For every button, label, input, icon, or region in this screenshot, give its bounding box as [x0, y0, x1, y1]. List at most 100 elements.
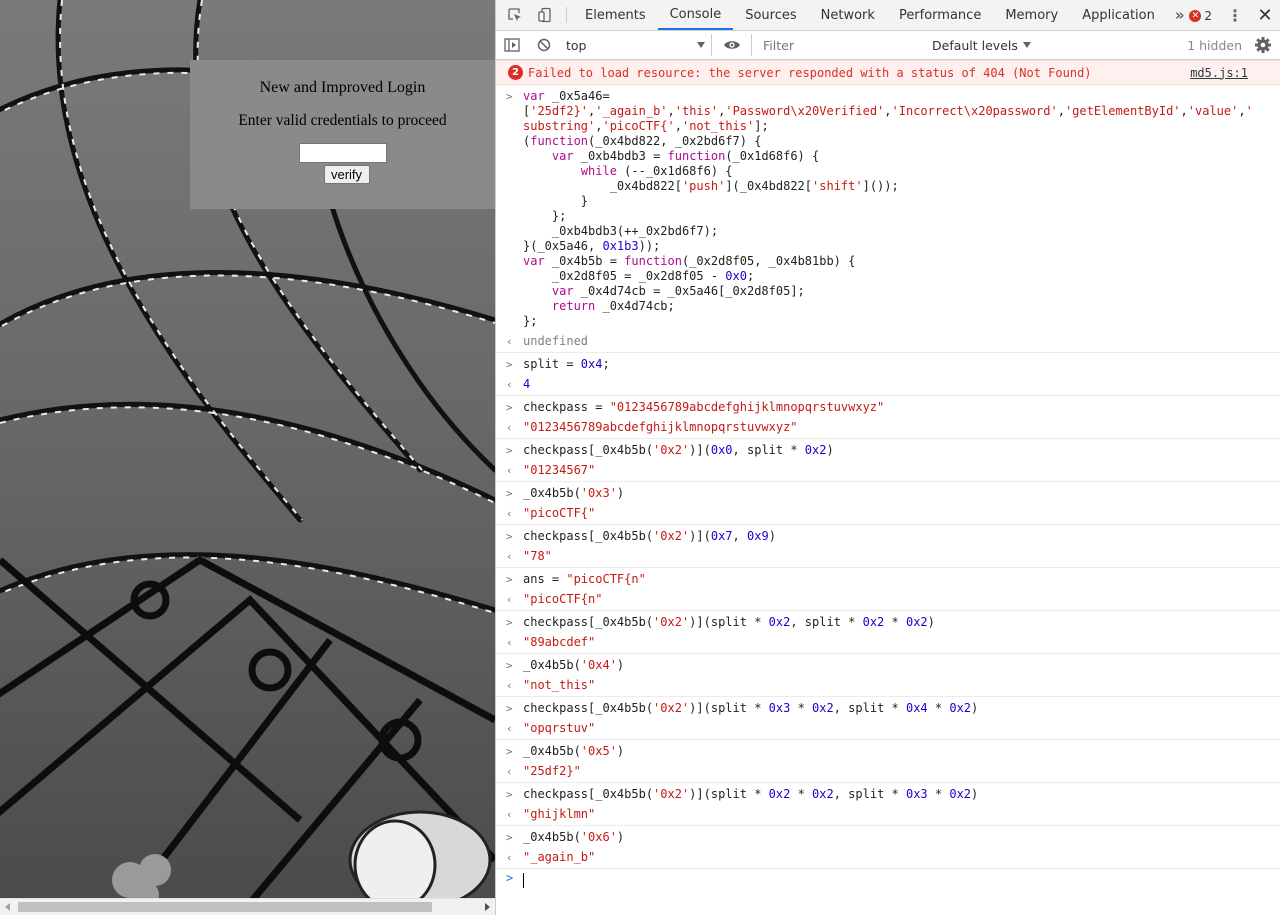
console-input-entry[interactable]: > ans = "picoCTF{n" [496, 568, 1280, 589]
console-input-entry[interactable]: > _0x4b5b('0x3') [496, 482, 1280, 503]
input-chevron-icon: > [506, 90, 513, 103]
result-arrow-icon: ‹ [506, 765, 513, 778]
tab-network[interactable]: Network [809, 0, 887, 30]
console-input-entry[interactable]: > checkpass[_0x4b5b('0x2')](0x0, split * … [496, 439, 1280, 460]
console-input-text: _0x4b5b('0x3') [523, 486, 625, 500]
console-input-entry[interactable]: > checkpass[_0x4b5b('0x2')](split * 0x3 *… [496, 697, 1280, 718]
clear-console-icon[interactable] [528, 38, 560, 52]
console-input-text: checkpass[_0x4b5b('0x2')](0x0, split * 0… [523, 443, 834, 457]
console-input-text: checkpass[_0x4b5b('0x2')](0x7, 0x9) [523, 529, 776, 543]
close-devtools-icon[interactable]: ✕ [1250, 5, 1280, 26]
console-result-entry[interactable]: ‹ "picoCTF{" [496, 503, 1280, 525]
result-arrow-icon: ‹ [506, 593, 513, 606]
input-chevron-icon: > [506, 659, 513, 672]
input-chevron-icon: > [506, 831, 513, 844]
prompt-chevron-icon: > [506, 871, 514, 885]
live-expression-eye-icon[interactable] [712, 34, 752, 56]
input-chevron-icon: > [506, 444, 513, 457]
result-arrow-icon: ‹ [506, 851, 513, 864]
console-result-entry[interactable]: ‹ "89abcdef" [496, 632, 1280, 654]
error-counter[interactable]: ✕ 2 [1181, 9, 1220, 23]
console-result-entry[interactable]: ‹ "25df2}" [496, 761, 1280, 783]
tab-application[interactable]: Application [1070, 0, 1167, 30]
console-result-entry[interactable]: ‹ "opqrstuv" [496, 718, 1280, 740]
console-input-entry[interactable]: > split = 0x4; [496, 353, 1280, 374]
scroll-right-arrow-icon[interactable] [485, 903, 490, 911]
console-prompt[interactable]: > [496, 869, 1280, 889]
console-input-entry[interactable]: > _0x4b5b('0x5') [496, 740, 1280, 761]
tab-elements[interactable]: Elements [573, 0, 658, 30]
more-options-kebab-icon[interactable]: ⋮ [1220, 6, 1250, 25]
scrollbar-thumb[interactable] [18, 902, 432, 912]
inspect-element-icon[interactable] [500, 0, 530, 30]
sidebar-toggle-icon[interactable] [496, 38, 528, 52]
console-input-text: checkpass[_0x4b5b('0x2')](split * 0x2, s… [523, 615, 935, 629]
console-result-text: "25df2}" [523, 764, 581, 778]
console-result-text: "78" [523, 549, 552, 563]
result-arrow-icon: ‹ [506, 679, 513, 692]
console-input-entry[interactable]: > checkpass[_0x4b5b('0x2')](0x7, 0x9) [496, 525, 1280, 546]
console-entries: > var _0x5a46= ['25df2}','_again_b','this… [496, 85, 1280, 869]
tab-console[interactable]: Console [657, 0, 734, 30]
console-error-message: 2 Failed to load resource: the server re… [496, 60, 1280, 85]
console-result-entry[interactable]: ‹ 4 [496, 374, 1280, 396]
console-input-entry[interactable]: > _0x4b5b('0x6') [496, 826, 1280, 847]
tab-performance[interactable]: Performance [887, 0, 993, 30]
console-input-entry[interactable]: > checkpass[_0x4b5b('0x2')](split * 0x2, … [496, 611, 1280, 632]
console-input-entry[interactable]: > checkpass = "0123456789abcdefghijklmnop… [496, 396, 1280, 417]
verify-button[interactable]: verify [323, 165, 370, 184]
scroll-left-arrow-icon[interactable] [5, 903, 10, 911]
console-result-entry[interactable]: ‹ "0123456789abcdefghijklmnopqrstuvwxyz" [496, 417, 1280, 439]
console-input-entry[interactable]: > checkpass[_0x4b5b('0x2')](split * 0x2 *… [496, 783, 1280, 804]
error-repeat-badge: 2 [508, 65, 523, 80]
console-result-text: "not_this" [523, 678, 596, 692]
result-arrow-icon: ‹ [506, 636, 513, 649]
devtools-tab-bar: Elements Console Sources Network Perform… [496, 0, 1280, 31]
login-panel: New and Improved Login Enter valid crede… [190, 60, 495, 209]
error-source-link[interactable]: md5.js:1 [1190, 66, 1248, 80]
console-output[interactable]: 2 Failed to load resource: the server re… [496, 60, 1280, 915]
console-result-entry[interactable]: ‹ "78" [496, 546, 1280, 568]
console-result-text: "picoCTF{" [523, 506, 596, 520]
console-input-text: checkpass[_0x4b5b('0x2')](split * 0x2 * … [523, 787, 979, 801]
tab-memory[interactable]: Memory [993, 0, 1070, 30]
input-chevron-icon: > [506, 358, 513, 371]
console-result-entry[interactable]: ‹ "01234567" [496, 460, 1280, 482]
console-result-entry[interactable]: ‹ "_again_b" [496, 847, 1280, 869]
input-chevron-icon: > [506, 573, 513, 586]
tab-sources[interactable]: Sources [733, 0, 808, 30]
console-input-entry[interactable]: > _0x4b5b('0x4') [496, 654, 1280, 675]
device-toolbar-icon[interactable] [530, 0, 560, 30]
console-input-entry[interactable]: > var _0x5a46= ['25df2}','_again_b','this… [496, 85, 1280, 331]
console-result-text: "01234567" [523, 463, 596, 477]
console-result-text: undefined [523, 334, 589, 348]
settings-gear-icon[interactable] [1254, 36, 1272, 57]
console-result-entry[interactable]: ‹ "picoCTF{n" [496, 589, 1280, 611]
console-input-text: ans = "picoCTF{n" [523, 572, 646, 586]
input-chevron-icon: > [506, 487, 513, 500]
input-chevron-icon: > [506, 788, 513, 801]
context-selector[interactable]: top [560, 34, 712, 56]
filter-input[interactable] [759, 34, 925, 56]
result-arrow-icon: ‹ [506, 464, 513, 477]
console-input-text: _0x4b5b('0x5') [523, 744, 625, 758]
input-chevron-icon: > [506, 702, 513, 715]
context-selector-value: top [566, 37, 587, 53]
result-arrow-icon: ‹ [506, 335, 513, 348]
login-title: New and Improved Login [259, 79, 426, 96]
console-result-text: "ghijklmn" [523, 807, 596, 821]
log-levels-dropdown[interactable]: Default levels [932, 38, 1031, 53]
console-result-text: "89abcdef" [523, 635, 596, 649]
password-input[interactable] [298, 143, 387, 163]
result-arrow-icon: ‹ [506, 507, 513, 520]
result-arrow-icon: ‹ [506, 550, 513, 563]
horizontal-scrollbar[interactable] [0, 898, 495, 915]
result-arrow-icon: ‹ [506, 421, 513, 434]
chevron-down-icon [697, 42, 705, 48]
console-result-entry[interactable]: ‹ undefined [496, 331, 1280, 353]
devtools-panel: Elements Console Sources Network Perform… [495, 0, 1280, 915]
hidden-messages-count: 1 hidden [1187, 38, 1242, 53]
console-input-text: checkpass[_0x4b5b('0x2')](split * 0x3 * … [523, 701, 979, 715]
console-result-entry[interactable]: ‹ "ghijklmn" [496, 804, 1280, 826]
console-result-entry[interactable]: ‹ "not_this" [496, 675, 1280, 697]
